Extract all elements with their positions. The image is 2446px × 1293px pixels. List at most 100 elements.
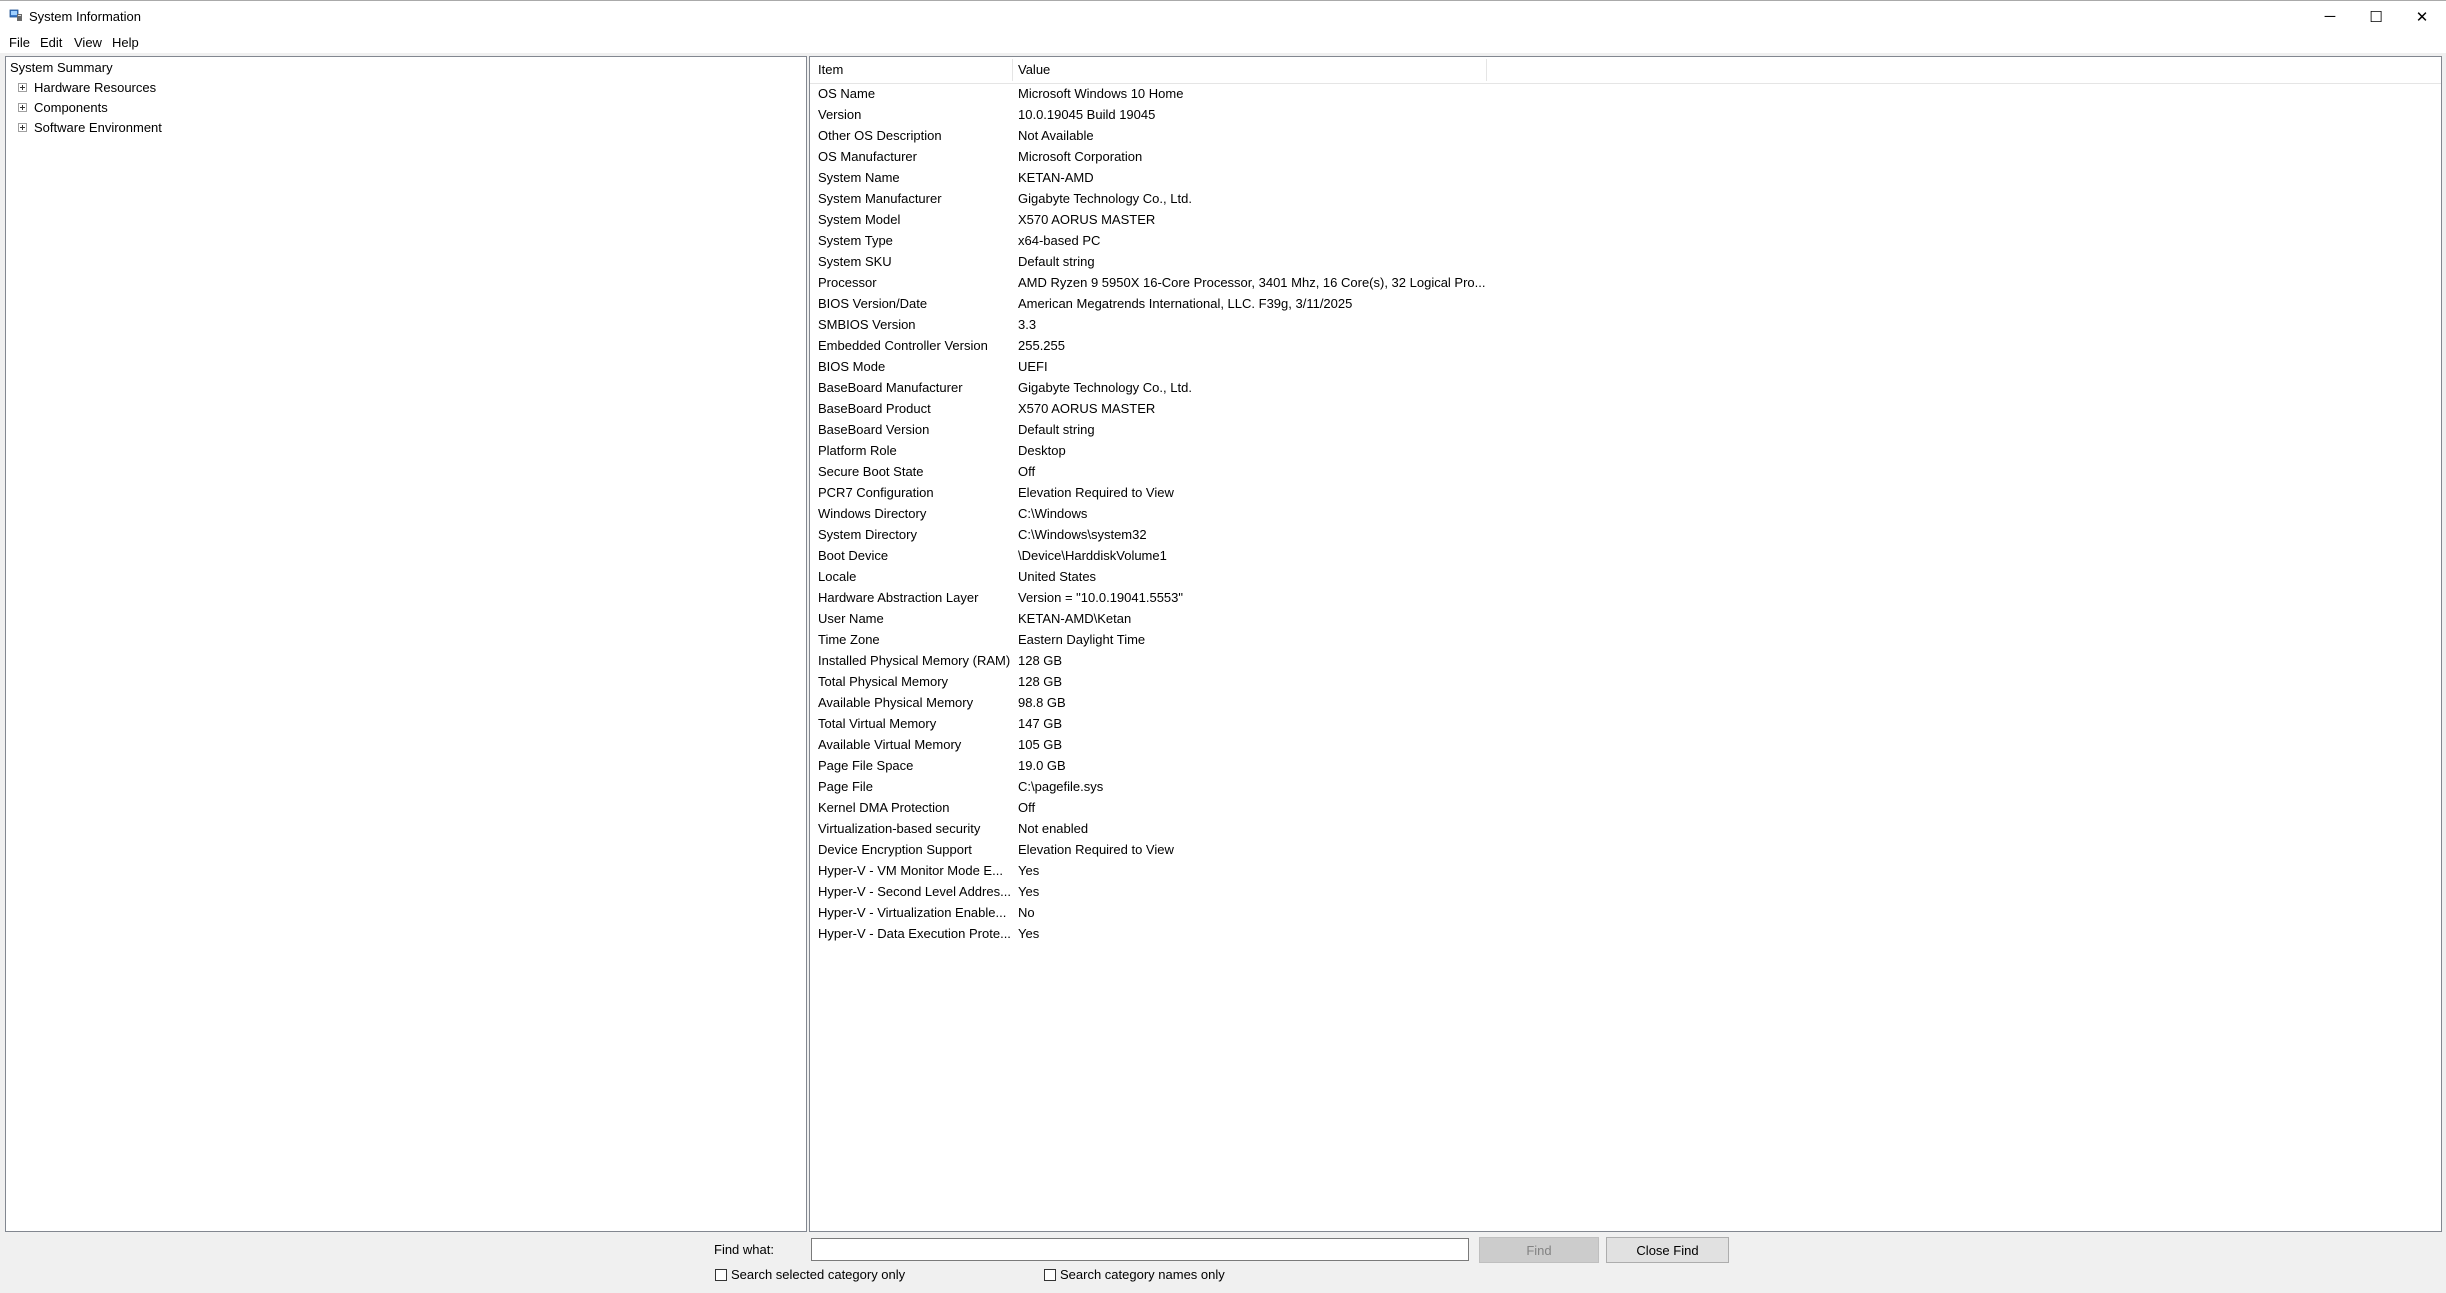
cell-value: X570 AORUS MASTER: [1018, 212, 1156, 227]
cell-value: Yes: [1018, 926, 1040, 941]
checkbox-box[interactable]: [1044, 1269, 1056, 1281]
expand-icon[interactable]: [18, 83, 27, 92]
table-row[interactable]: Page File Space 19.0 GB: [810, 755, 2441, 776]
table-row[interactable]: Available Physical Memory 98.8 GB: [810, 692, 2441, 713]
minimize-button[interactable]: ─: [2307, 1, 2353, 32]
cell-item: Kernel DMA Protection: [818, 800, 950, 815]
table-row[interactable]: Installed Physical Memory (RAM) 128 GB: [810, 650, 2441, 671]
table-row[interactable]: Total Virtual Memory 147 GB: [810, 713, 2441, 734]
cell-value: Version = "10.0.19041.5553": [1018, 590, 1184, 605]
cell-item: Hyper-V - VM Monitor Mode E...: [818, 863, 1003, 878]
find-button[interactable]: Find: [1479, 1237, 1599, 1263]
maximize-button[interactable]: ☐: [2353, 1, 2399, 32]
table-row[interactable]: Hyper-V - Virtualization Enable... No: [810, 902, 2441, 923]
table-row[interactable]: BaseBoard Version Default string: [810, 419, 2441, 440]
cell-item: System Model: [818, 212, 901, 227]
table-row[interactable]: Locale United States: [810, 566, 2441, 587]
table-row[interactable]: System SKU Default string: [810, 251, 2441, 272]
table-row[interactable]: Other OS Description Not Available: [810, 125, 2441, 146]
cell-item: Embedded Controller Version: [818, 338, 988, 353]
find-what-input[interactable]: [811, 1238, 1469, 1261]
column-header-value[interactable]: Value: [1018, 57, 1050, 83]
table-row[interactable]: Hyper-V - Data Execution Prote... Yes: [810, 923, 2441, 944]
table-row[interactable]: Time Zone Eastern Daylight Time: [810, 629, 2441, 650]
close-icon: ✕: [2415, 8, 2429, 26]
table-row[interactable]: Page File C:\pagefile.sys: [810, 776, 2441, 797]
cell-value: X570 AORUS MASTER: [1018, 401, 1156, 416]
cell-value: KETAN-AMD\Ketan: [1018, 611, 1132, 626]
table-row[interactable]: Hyper-V - VM Monitor Mode E... Yes: [810, 860, 2441, 881]
cell-value: 19.0 GB: [1018, 758, 1066, 773]
cell-value: Elevation Required to View: [1018, 485, 1174, 500]
title-bar[interactable]: System Information ─ ☐ ✕: [0, 0, 2446, 31]
table-row[interactable]: OS Name Microsoft Windows 10 Home: [810, 83, 2441, 104]
table-row[interactable]: BIOS Mode UEFI: [810, 356, 2441, 377]
table-row[interactable]: Virtualization-based security Not enabled: [810, 818, 2441, 839]
table-row[interactable]: System Model X570 AORUS MASTER: [810, 209, 2441, 230]
table-row[interactable]: Total Physical Memory 128 GB: [810, 671, 2441, 692]
table-row[interactable]: Hardware Abstraction Layer Version = "10.…: [810, 587, 2441, 608]
checkbox-label: Search selected category only: [731, 1267, 906, 1282]
tree-item-label: Hardware Resources: [34, 80, 157, 95]
table-row[interactable]: Device Encryption Support Elevation Requi…: [810, 839, 2441, 860]
table-row[interactable]: Embedded Controller Version 255.255: [810, 335, 2441, 356]
find-what-label: Find what:: [714, 1242, 774, 1257]
table-row[interactable]: Processor AMD Ryzen 9 5950X 16-Core Proce…: [810, 272, 2441, 293]
table-row[interactable]: BaseBoard Product X570 AORUS MASTER: [810, 398, 2441, 419]
find-bar: Find what: Find Close Find Search select…: [0, 1234, 2446, 1293]
table-row[interactable]: PCR7 Configuration Elevation Required to …: [810, 482, 2441, 503]
table-row[interactable]: Available Virtual Memory 105 GB: [810, 734, 2441, 755]
cell-item: Device Encryption Support: [818, 842, 972, 857]
table-row[interactable]: System Directory C:\Windows\system32: [810, 524, 2441, 545]
cell-value: Gigabyte Technology Co., Ltd.: [1018, 191, 1192, 206]
cell-value: AMD Ryzen 9 5950X 16-Core Processor, 340…: [1018, 275, 1486, 290]
close-find-button[interactable]: Close Find: [1606, 1237, 1729, 1263]
cell-value: Yes: [1018, 863, 1040, 878]
list-rows: OS Name Microsoft Windows 10 Home Version 1…: [810, 83, 2441, 944]
table-row[interactable]: Kernel DMA Protection Off: [810, 797, 2441, 818]
expand-icon[interactable]: [18, 103, 27, 112]
menu-help[interactable]: Help: [112, 35, 139, 50]
table-row[interactable]: System Name KETAN-AMD: [810, 167, 2441, 188]
cell-item: PCR7 Configuration: [818, 485, 934, 500]
cell-value: Eastern Daylight Time: [1018, 632, 1146, 647]
details-list[interactable]: Item Value OS Name Microsoft Windows 10 H…: [809, 56, 2442, 1232]
table-row[interactable]: Windows Directory C:\Windows: [810, 503, 2441, 524]
tree-item-label: System Summary: [10, 60, 113, 75]
column-divider[interactable]: [1486, 59, 1487, 81]
cell-value: Microsoft Corporation: [1018, 149, 1143, 164]
cell-value: 3.3: [1018, 317, 1037, 332]
table-row[interactable]: OS Manufacturer Microsoft Corporation: [810, 146, 2441, 167]
cell-value: Off: [1018, 800, 1036, 815]
close-button[interactable]: ✕: [2399, 1, 2445, 32]
cell-item: Other OS Description: [818, 128, 942, 143]
table-row[interactable]: System Manufacturer Gigabyte Technology C…: [810, 188, 2441, 209]
table-row[interactable]: User Name KETAN-AMD\Ketan: [810, 608, 2441, 629]
table-row[interactable]: Hyper-V - Second Level Addres... Yes: [810, 881, 2441, 902]
menu-view[interactable]: View: [74, 35, 102, 50]
cell-item: Available Virtual Memory: [818, 737, 962, 752]
column-divider[interactable]: [1012, 59, 1013, 81]
table-row[interactable]: Secure Boot State Off: [810, 461, 2441, 482]
menu-file[interactable]: File: [9, 35, 30, 50]
table-row[interactable]: BaseBoard Manufacturer Gigabyte Technolog…: [810, 377, 2441, 398]
list-header: Item Value: [810, 57, 2441, 84]
table-row[interactable]: BIOS Version/Date American Megatrends Int…: [810, 293, 2441, 314]
cell-value: UEFI: [1018, 359, 1048, 374]
table-row[interactable]: Boot Device \Device\HarddiskVolume1: [810, 545, 2441, 566]
cell-item: Total Physical Memory: [818, 674, 949, 689]
category-tree[interactable]: System Summary Hardware Resources Compon…: [5, 56, 807, 1232]
cell-value: C:\pagefile.sys: [1018, 779, 1104, 794]
tree-item-system-summary[interactable]: System Summary: [10, 58, 113, 78]
table-row[interactable]: SMBIOS Version 3.3: [810, 314, 2441, 335]
table-row[interactable]: System Type x64-based PC: [810, 230, 2441, 251]
menu-edit[interactable]: Edit: [40, 35, 62, 50]
cell-item: Hyper-V - Second Level Addres...: [818, 884, 1011, 899]
table-row[interactable]: Platform Role Desktop: [810, 440, 2441, 461]
tree-item-label: Software Environment: [34, 120, 162, 135]
table-row[interactable]: Version 10.0.19045 Build 19045: [810, 104, 2441, 125]
column-header-item[interactable]: Item: [818, 57, 843, 83]
cell-item: Hyper-V - Data Execution Prote...: [818, 926, 1011, 941]
expand-icon[interactable]: [18, 123, 27, 132]
checkbox-box[interactable]: [715, 1269, 727, 1281]
